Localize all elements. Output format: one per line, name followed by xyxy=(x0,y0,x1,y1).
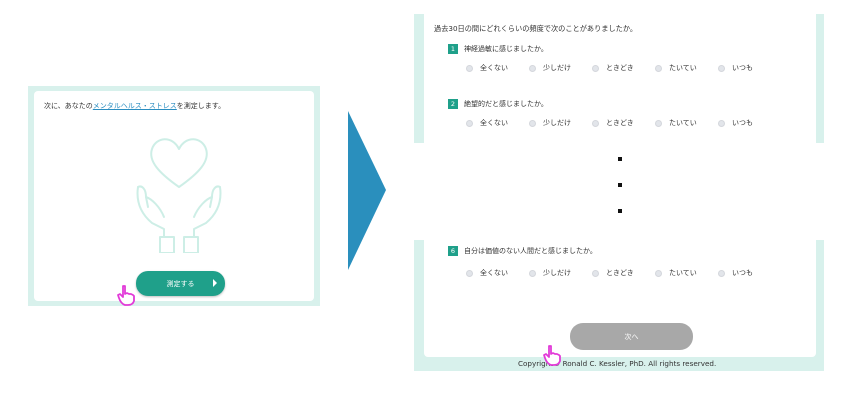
radio-icon[interactable] xyxy=(655,119,662,127)
option-sukoshi[interactable]: 少しだけ xyxy=(529,268,592,278)
radio-icon[interactable] xyxy=(529,64,536,72)
question-number: 1 xyxy=(448,44,458,54)
radio-icon[interactable] xyxy=(718,64,725,72)
radio-icon[interactable] xyxy=(466,64,473,72)
option-label: いつも xyxy=(732,119,753,127)
option-tokidoki[interactable]: ときどき xyxy=(592,63,655,73)
option-label: 全くない xyxy=(480,269,508,277)
option-label: たいてい xyxy=(669,269,697,277)
option-sukoshi[interactable]: 少しだけ xyxy=(529,118,592,128)
option-label: 全くない xyxy=(480,64,508,72)
question-text: 絶望的だと感じましたか。 xyxy=(464,100,548,108)
intro-suffix: を測定します。 xyxy=(176,102,226,110)
option-label: たいてい xyxy=(669,64,697,72)
option-itsumo[interactable]: いつも xyxy=(718,63,781,73)
ellipsis-dot xyxy=(618,157,622,161)
questionnaire-card-top: 過去30日の間にどれくらいの頻度で次のことがありましたか。 1 神経過敏に感じま… xyxy=(424,14,816,143)
option-label: いつも xyxy=(732,269,753,277)
option-label: 全くない xyxy=(480,119,508,127)
question-1: 1 神経過敏に感じましたか。 xyxy=(448,44,548,54)
option-label: 少しだけ xyxy=(543,64,571,72)
question-6-options: 全くない 少しだけ ときどき たいてい いつも xyxy=(466,268,781,278)
option-label: いつも xyxy=(732,64,753,72)
option-tokidoki[interactable]: ときどき xyxy=(592,268,655,278)
radio-icon[interactable] xyxy=(466,269,473,277)
option-zenkunai[interactable]: 全くない xyxy=(466,63,529,73)
intro-prefix: 次に、あなたの xyxy=(44,102,93,110)
questionnaire-header: 過去30日の間にどれくらいの頻度で次のことがありましたか。 xyxy=(434,24,638,33)
questionnaire-top-panel: 過去30日の間にどれくらいの頻度で次のことがありましたか。 1 神経過敏に感じま… xyxy=(414,14,824,143)
radio-icon[interactable] xyxy=(592,119,599,127)
option-label: ときどき xyxy=(606,269,634,277)
option-zenkunai[interactable]: 全くない xyxy=(466,118,529,128)
radio-icon[interactable] xyxy=(592,269,599,277)
ellipsis-dot xyxy=(618,183,622,187)
question-1-options: 全くない 少しだけ ときどき たいてい いつも xyxy=(466,63,781,73)
question-text: 神経過敏に感じましたか。 xyxy=(464,45,548,53)
question-6: 6 自分は価値のない人間だと感じましたか。 xyxy=(448,246,597,256)
heart-hands-illustration xyxy=(136,138,222,253)
radio-icon[interactable] xyxy=(655,269,662,277)
ellipsis-dot xyxy=(618,209,622,213)
radio-icon[interactable] xyxy=(655,64,662,72)
question-text: 自分は価値のない人間だと感じましたか。 xyxy=(464,247,597,255)
radio-icon[interactable] xyxy=(529,269,536,277)
option-sukoshi[interactable]: 少しだけ xyxy=(529,63,592,73)
intro-text: 次に、あなたのメンタルヘルス・ストレスを測定します。 xyxy=(44,101,225,111)
next-button[interactable]: 次へ xyxy=(570,323,693,350)
radio-icon[interactable] xyxy=(718,269,725,277)
measure-start-card: 次に、あなたのメンタルヘルス・ストレスを測定します。 測定する xyxy=(34,91,314,301)
radio-icon[interactable] xyxy=(466,119,473,127)
questionnaire-card-bottom: 6 自分は価値のない人間だと感じましたか。 全くない 少しだけ ときどき たいて… xyxy=(424,240,816,357)
radio-icon[interactable] xyxy=(718,119,725,127)
question-2: 2 絶望的だと感じましたか。 xyxy=(448,99,548,109)
question-number: 2 xyxy=(448,99,458,109)
next-button-label: 次へ xyxy=(624,332,639,341)
option-taitei[interactable]: たいてい xyxy=(655,63,718,73)
measure-start-panel: 次に、あなたのメンタルヘルス・ストレスを測定します。 測定する xyxy=(28,86,320,306)
option-label: ときどき xyxy=(606,119,634,127)
option-tokidoki[interactable]: ときどき xyxy=(592,118,655,128)
option-label: たいてい xyxy=(669,119,697,127)
measure-button[interactable]: 測定する xyxy=(136,271,225,296)
option-taitei[interactable]: たいてい xyxy=(655,118,718,128)
option-itsumo[interactable]: いつも xyxy=(718,268,781,278)
option-zenkunai[interactable]: 全くない xyxy=(466,268,529,278)
option-label: ときどき xyxy=(606,64,634,72)
question-number: 6 xyxy=(448,246,458,256)
mental-health-link[interactable]: メンタルヘルス・ストレス xyxy=(93,102,177,110)
radio-icon[interactable] xyxy=(592,64,599,72)
question-2-options: 全くない 少しだけ ときどき たいてい いつも xyxy=(466,118,781,128)
chevron-right-icon xyxy=(213,279,217,287)
questionnaire-bottom-panel: 6 自分は価値のない人間だと感じましたか。 全くない 少しだけ ときどき たいて… xyxy=(414,240,824,371)
option-taitei[interactable]: たいてい xyxy=(655,268,718,278)
measure-button-label: 測定する xyxy=(166,279,195,288)
pointer-hand-icon xyxy=(543,345,561,366)
option-label: 少しだけ xyxy=(543,269,571,277)
radio-icon[interactable] xyxy=(529,119,536,127)
transition-arrow-icon xyxy=(348,111,386,270)
option-label: 少しだけ xyxy=(543,119,571,127)
option-itsumo[interactable]: いつも xyxy=(718,118,781,128)
pointer-hand-icon xyxy=(117,285,135,306)
